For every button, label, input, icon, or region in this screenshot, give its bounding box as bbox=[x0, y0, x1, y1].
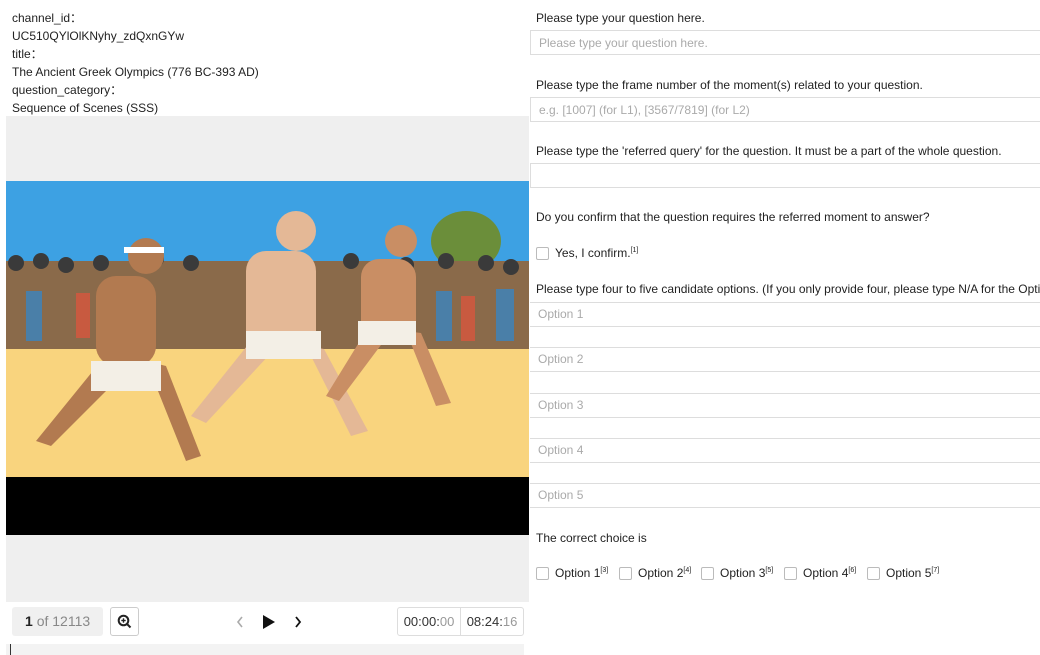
frame-number-input[interactable] bbox=[530, 97, 1040, 122]
referred-query-label: Please type the 'referred query' for the… bbox=[536, 144, 1002, 158]
confirm-option-text: Yes, I confirm. bbox=[555, 246, 631, 260]
video-metadata: channel_id： UC510QYlOlKNyhy_zdQxnGYw tit… bbox=[12, 9, 522, 117]
category-value: Sequence of Scenes (SSS) bbox=[12, 101, 159, 115]
title-label: title： bbox=[12, 47, 43, 61]
video-viewport[interactable] bbox=[6, 116, 529, 602]
next-frame-button[interactable] bbox=[288, 611, 308, 633]
time-total-main: 08:24: bbox=[466, 614, 503, 629]
choice-5-checkbox[interactable] bbox=[867, 567, 880, 580]
question-input[interactable] bbox=[530, 30, 1040, 55]
video-letterbox bbox=[6, 477, 529, 535]
choice-2-ref: [4] bbox=[683, 567, 692, 574]
channel-id-value: UC510QYlOlKNyhy_zdQxnGYw bbox=[12, 29, 185, 43]
choice-1-label[interactable]: Option 1[3] bbox=[555, 566, 608, 580]
choice-2-text: Option 2 bbox=[638, 566, 684, 580]
choice-3-ref: [5] bbox=[765, 567, 774, 574]
options-label: Please type four to five candidate optio… bbox=[536, 282, 1040, 296]
choice-4-checkbox[interactable] bbox=[784, 567, 797, 580]
frame-of: of bbox=[36, 613, 49, 629]
previous-frame-button[interactable] bbox=[230, 611, 250, 633]
confirm-checkbox[interactable] bbox=[536, 247, 549, 260]
referred-query-input[interactable] bbox=[530, 163, 1040, 188]
choice-1-checkbox[interactable] bbox=[536, 567, 549, 580]
time-display: 00:00:00 08:24:16 bbox=[397, 607, 524, 636]
choice-5-text: Option 5 bbox=[886, 566, 932, 580]
choice-4-label[interactable]: Option 4[6] bbox=[803, 566, 856, 580]
video-frame-image bbox=[6, 181, 529, 477]
confirm-label: Do you confirm that the question require… bbox=[536, 210, 930, 224]
choice-2-checkbox[interactable] bbox=[619, 567, 632, 580]
choice-2-label[interactable]: Option 2[4] bbox=[638, 566, 691, 580]
annotation-form: Please type your question here. Please t… bbox=[530, 0, 1040, 655]
time-current-main: 00:00: bbox=[403, 614, 440, 629]
timeline-cursor[interactable] bbox=[10, 644, 11, 655]
left-panel: channel_id： UC510QYlOlKNyhy_zdQxnGYw tit… bbox=[0, 0, 530, 655]
player-controls: 1 of 12113 00:00:00 08:24:16 bbox=[6, 602, 529, 642]
option-2-input[interactable]: Option 2 bbox=[530, 347, 1040, 372]
play-button[interactable] bbox=[259, 611, 279, 633]
frame-current: 1 bbox=[25, 613, 33, 629]
time-current: 00:00:00 bbox=[398, 608, 460, 635]
option-5-input[interactable]: Option 5 bbox=[530, 483, 1040, 508]
confirm-option-label[interactable]: Yes, I confirm.[1] bbox=[555, 246, 638, 260]
option-4-input[interactable]: Option 4 bbox=[530, 438, 1040, 463]
time-current-frac: 00 bbox=[439, 614, 455, 629]
choice-3-checkbox[interactable] bbox=[701, 567, 714, 580]
channel-id-label: channel_id： bbox=[12, 11, 83, 25]
choice-4-text: Option 4 bbox=[803, 566, 849, 580]
choice-4-ref: [6] bbox=[848, 567, 857, 574]
correct-choice-label: The correct choice is bbox=[536, 531, 647, 545]
frame-total: 12113 bbox=[52, 613, 91, 629]
timeline-scrubber[interactable] bbox=[6, 644, 524, 655]
chevron-left-icon bbox=[236, 616, 243, 628]
time-total: 08:24:16 bbox=[461, 608, 523, 635]
confirm-option-ref: [1] bbox=[630, 247, 639, 254]
title-value: The Ancient Greek Olympics (776 BC-393 A… bbox=[12, 65, 259, 79]
zoom-button[interactable] bbox=[110, 607, 139, 636]
zoom-icon bbox=[117, 614, 132, 629]
frame-counter[interactable]: 1 of 12113 bbox=[12, 607, 103, 636]
choice-5-ref: [7] bbox=[931, 567, 940, 574]
choice-3-label[interactable]: Option 3[5] bbox=[720, 566, 773, 580]
time-total-frac: 16 bbox=[502, 614, 518, 629]
choice-1-text: Option 1 bbox=[555, 566, 601, 580]
option-1-input[interactable]: Option 1 bbox=[530, 302, 1040, 327]
category-label: question_category： bbox=[12, 83, 123, 97]
question-label: Please type your question here. bbox=[536, 11, 705, 25]
frame-number-label: Please type the frame number of the mome… bbox=[536, 78, 923, 92]
choice-3-text: Option 3 bbox=[720, 566, 766, 580]
option-3-input[interactable]: Option 3 bbox=[530, 393, 1040, 418]
choice-1-ref: [3] bbox=[600, 567, 609, 574]
chevron-right-icon bbox=[295, 616, 302, 628]
play-icon bbox=[263, 615, 275, 629]
choice-5-label[interactable]: Option 5[7] bbox=[886, 566, 939, 580]
